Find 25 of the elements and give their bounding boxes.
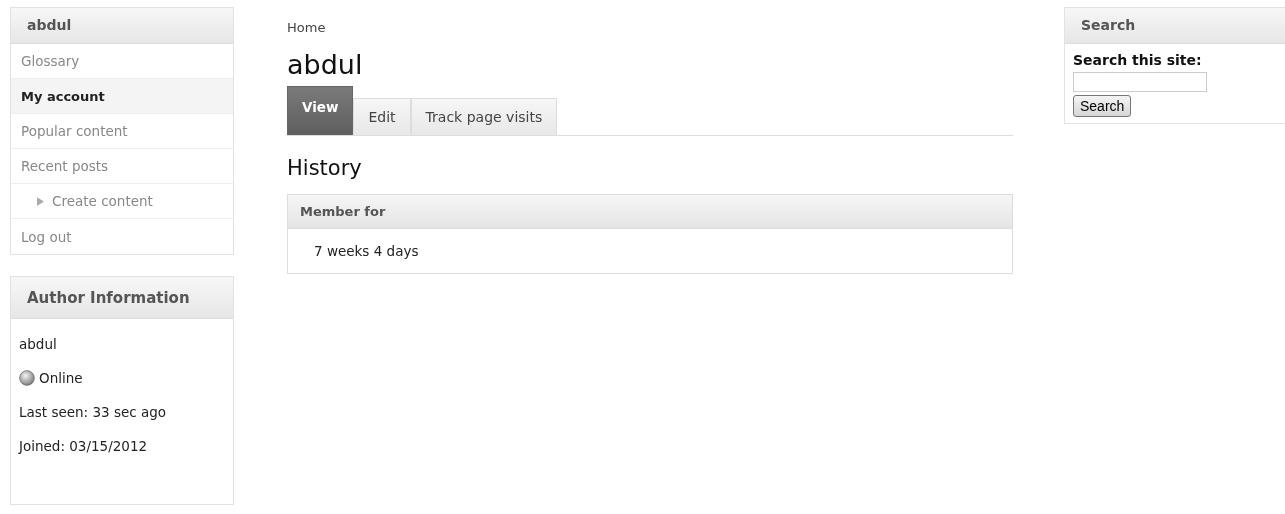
menu-item[interactable]: Log out — [11, 219, 233, 254]
table-header: Member for — [288, 195, 1012, 229]
last-seen: Last seen: 33 sec ago — [19, 404, 167, 420]
menu-item[interactable]: Popular content — [11, 114, 233, 149]
table-cell-text: 7 weeks 4 days — [313, 242, 420, 261]
menu-item[interactable]: Create content — [11, 184, 233, 219]
block-title: abdul — [11, 8, 233, 44]
page-title: abdul — [287, 49, 364, 80]
menu-item[interactable]: Recent posts — [11, 149, 233, 184]
search-field[interactable] — [1073, 72, 1207, 92]
triangle-icon — [37, 196, 44, 206]
search-label: Search this site: — [1073, 52, 1203, 68]
block-title: Search — [1065, 8, 1285, 44]
status-orb-icon — [19, 370, 35, 386]
tab[interactable]: Track page visits — [410, 98, 558, 135]
section-title: History — [287, 156, 363, 180]
author-name: abdul — [19, 336, 57, 352]
tab[interactable]: View — [287, 86, 354, 135]
menu-item[interactable]: My account — [11, 79, 233, 114]
tab[interactable]: Edit — [353, 98, 411, 135]
breadcrumb-link[interactable]: Home — [287, 20, 326, 35]
joined-date: Joined: 03/15/2012 — [19, 438, 148, 454]
block-title: Author Information — [11, 277, 233, 319]
search-button[interactable]: Search — [1073, 95, 1132, 117]
status-text: Online — [39, 370, 83, 386]
